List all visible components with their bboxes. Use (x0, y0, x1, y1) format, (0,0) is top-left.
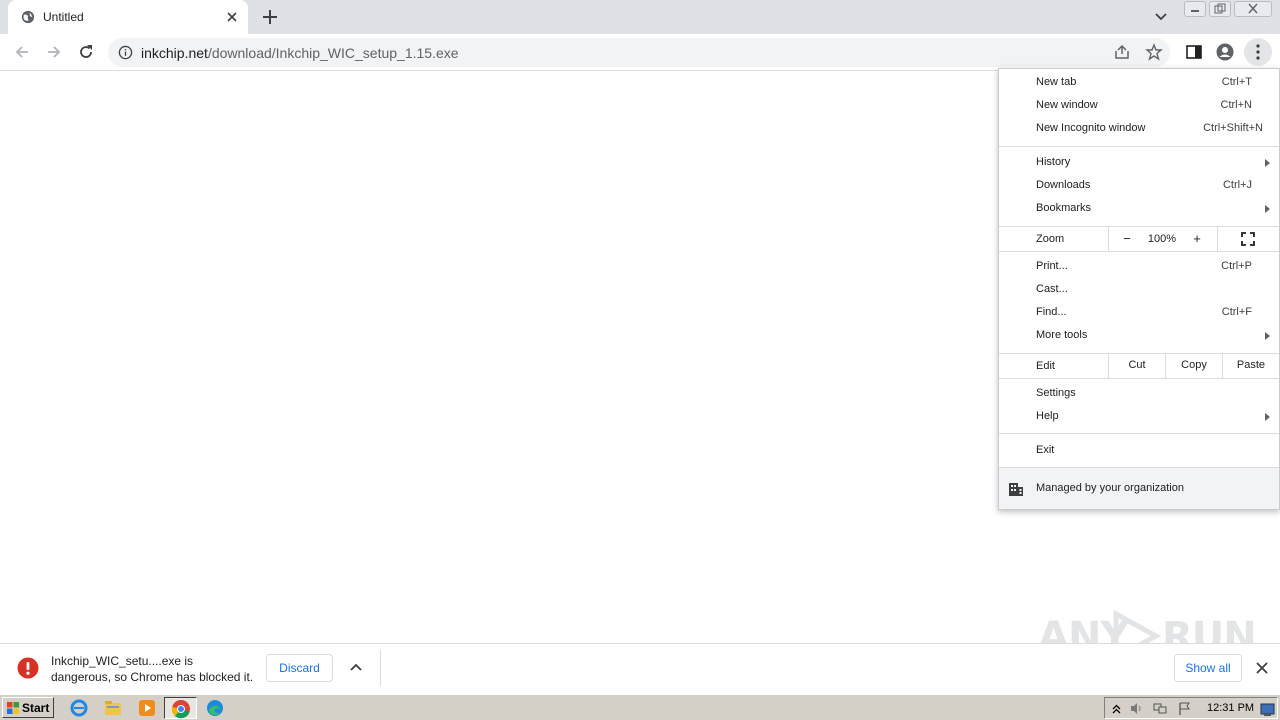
minimize-icon (1191, 10, 1199, 12)
chrome-menu: New tab Ctrl+T New window Ctrl+N New Incog… (998, 68, 1280, 510)
new-tab-icon[interactable] (260, 7, 280, 27)
menu-button[interactable] (1244, 38, 1272, 66)
file-explorer-icon[interactable] (103, 698, 123, 718)
chevron-right-icon (1265, 159, 1270, 167)
show-desktop-icon[interactable] (1260, 702, 1275, 717)
edit-cut-button[interactable]: Cut (1109, 359, 1165, 371)
more-vert-icon (1256, 44, 1260, 60)
window-restore-button[interactable] (1209, 1, 1231, 17)
menu-separator (999, 378, 1279, 379)
back-arrow-icon[interactable] (12, 42, 32, 62)
address-bar[interactable]: inkchip.net/download/Inkchip_WIC_setup_1… (108, 38, 1170, 67)
chevron-up-icon[interactable] (1109, 701, 1124, 716)
download-filename: Inkchip_WIC_setu....exe is (51, 654, 194, 668)
taskbar: Start 12:31 PM (0, 694, 1280, 720)
info-icon[interactable] (118, 45, 133, 60)
edit-paste-button[interactable]: Paste (1223, 359, 1279, 371)
tab-active[interactable]: Untitled (8, 0, 248, 34)
menu-item-history[interactable]: History (999, 152, 1279, 175)
managed-by-org[interactable]: Managed by your organization (999, 468, 1279, 509)
menu-edit-row: Edit Cut Copy Paste (999, 354, 1279, 378)
chevron-up-icon[interactable] (348, 660, 364, 676)
toolbar: inkchip.net/download/Inkchip_WIC_setup_1… (0, 34, 1280, 71)
volume-icon[interactable] (1129, 701, 1144, 716)
menu-separator (999, 433, 1279, 434)
close-icon (1248, 3, 1258, 14)
action-center-flag-icon[interactable] (1177, 701, 1192, 716)
edit-copy-button[interactable]: Copy (1166, 359, 1222, 371)
discard-button[interactable]: Discard (266, 654, 333, 682)
share-icon[interactable] (1113, 43, 1131, 61)
tab-strip: Untitled (0, 0, 1280, 34)
show-all-button[interactable]: Show all (1174, 654, 1242, 682)
download-shelf: Inkchip_WIC_setu....exe is dangerous, so… (0, 643, 1280, 691)
menu-separator (999, 251, 1279, 252)
side-panel-icon[interactable] (1185, 43, 1203, 61)
close-icon[interactable] (1254, 660, 1270, 676)
clock: 12:31 PM (1207, 702, 1255, 714)
chrome-icon (171, 700, 190, 719)
restore-icon (1214, 3, 1226, 14)
menu-divider (1217, 227, 1218, 251)
download-status: dangerous, so Chrome has blocked it. (51, 670, 254, 684)
internet-explorer-icon[interactable] (69, 698, 89, 718)
tab-title: Untitled (43, 10, 84, 24)
menu-item-settings[interactable]: Settings (999, 383, 1279, 406)
chevron-right-icon (1265, 413, 1270, 421)
media-player-icon[interactable] (137, 698, 157, 718)
menu-item-cast[interactable]: Cast... (999, 279, 1279, 302)
menu-item-help[interactable]: Help (999, 406, 1279, 429)
url-host: inkchip.net (141, 45, 208, 61)
menu-item-find[interactable]: Find... Ctrl+F (999, 302, 1279, 325)
menu-item-new-window[interactable]: New window Ctrl+N (999, 95, 1279, 118)
reload-icon[interactable] (76, 42, 96, 62)
profile-avatar-icon[interactable] (1216, 43, 1234, 61)
danger-icon (17, 657, 39, 679)
menu-item-more-tools[interactable]: More tools (999, 325, 1279, 348)
url-path: /download/Inkchip_WIC_setup_1.15.exe (207, 45, 459, 61)
network-icon[interactable] (1153, 701, 1168, 716)
menu-separator (999, 146, 1279, 147)
menu-item-new-incognito[interactable]: New Incognito window Ctrl+Shift+N (999, 118, 1279, 141)
menu-item-downloads[interactable]: Downloads Ctrl+J (999, 175, 1279, 198)
menu-zoom-row: Zoom − 100% + (999, 227, 1279, 251)
close-tab-icon[interactable] (223, 8, 241, 26)
forward-arrow-icon[interactable] (44, 42, 64, 62)
chevron-down-icon[interactable] (1152, 8, 1170, 26)
shelf-divider (380, 650, 381, 686)
edge-icon[interactable] (205, 698, 225, 718)
chevron-right-icon (1265, 205, 1270, 213)
url-text: inkchip.net/download/Inkchip_WIC_setup_1… (141, 45, 459, 61)
zoom-level: 100% (1147, 233, 1177, 245)
windows-flag-icon (7, 702, 19, 714)
menu-item-bookmarks[interactable]: Bookmarks (999, 198, 1279, 221)
zoom-out-button[interactable]: − (1119, 231, 1135, 246)
menu-item-exit[interactable]: Exit (999, 440, 1279, 463)
fullscreen-icon[interactable] (1241, 232, 1255, 246)
menu-divider (1108, 227, 1109, 251)
building-icon (1009, 483, 1023, 496)
globe-icon (21, 10, 35, 24)
start-button[interactable]: Start (2, 697, 54, 718)
chevron-right-icon (1265, 332, 1270, 340)
bookmark-star-icon[interactable] (1145, 43, 1163, 61)
download-warning-text: Inkchip_WIC_setu....exe is dangerous, so… (51, 653, 261, 685)
menu-item-print[interactable]: Print... Ctrl+P (999, 256, 1279, 279)
window-minimize-button[interactable] (1184, 1, 1206, 17)
system-tray: 12:31 PM (1104, 697, 1278, 719)
chrome-taskbar-button[interactable] (164, 697, 197, 719)
zoom-in-button[interactable]: + (1189, 231, 1205, 246)
menu-item-new-tab[interactable]: New tab Ctrl+T (999, 72, 1279, 95)
window-close-button[interactable] (1234, 1, 1272, 17)
